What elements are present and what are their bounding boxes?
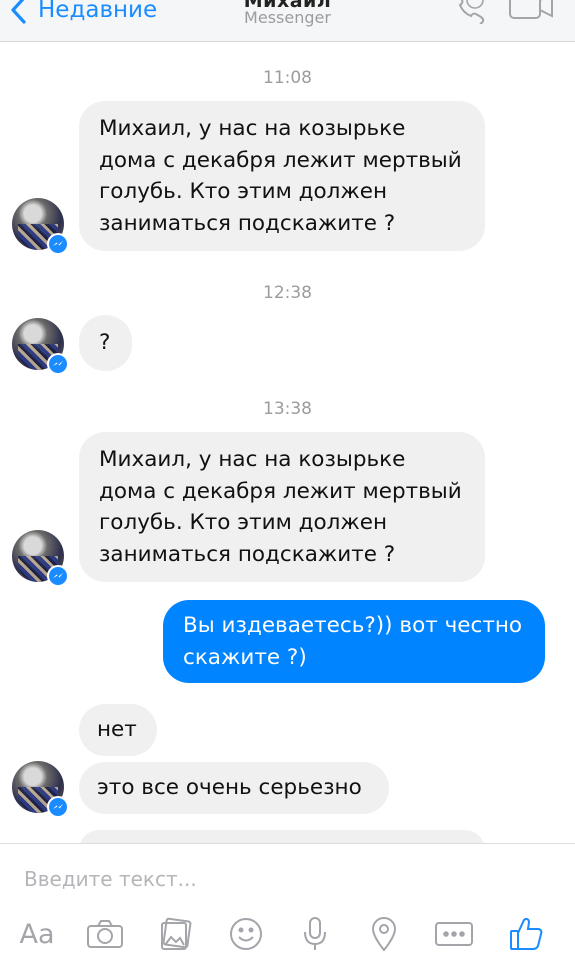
message-line: Вы издеваетесь?)) вот честно — [183, 613, 523, 638]
message-line: нет — [97, 717, 137, 742]
avatar[interactable] — [12, 761, 69, 818]
video-call-icon[interactable] — [508, 0, 554, 20]
text-format-icon[interactable]: Aa — [14, 914, 60, 954]
message-line: заниматься подскажите ? — [99, 541, 396, 567]
message-line: заниматься подскажите ? — [99, 210, 396, 236]
avatar[interactable] — [12, 318, 69, 375]
audio-call-icon[interactable] — [447, 0, 487, 24]
message-composer: Aa — [0, 843, 575, 960]
conversation-subtitle: Messenger — [244, 8, 331, 27]
location-icon[interactable] — [366, 914, 402, 954]
message-bubble-incoming-partial[interactable] — [79, 830, 485, 843]
camera-icon[interactable] — [84, 914, 126, 954]
composer-toolbar: Aa — [0, 914, 575, 958]
message-line: Михаил, у нас на козырьке — [99, 116, 406, 141]
like-icon[interactable] — [505, 914, 547, 954]
message-thread[interactable]: 11:08 Михаил, у нас на козырьке дома с д… — [0, 43, 575, 843]
message-line: голубь. Кто этим должен — [99, 179, 388, 204]
avatar[interactable] — [12, 530, 69, 587]
message-line: это все очень серьезно — [97, 775, 362, 800]
microphone-icon[interactable] — [298, 914, 332, 954]
messenger-badge-icon — [47, 233, 69, 255]
message-line: скажите ?) — [183, 644, 307, 670]
message-bubble-incoming[interactable]: это все очень серьезно — [79, 762, 389, 814]
messenger-badge-icon — [47, 796, 69, 818]
message-line: дома с декабря лежит мертвый — [99, 147, 462, 173]
gallery-icon[interactable] — [156, 914, 196, 954]
message-line: голубь. Кто этим должен — [99, 510, 388, 535]
messenger-badge-icon — [47, 565, 69, 587]
timestamp: 11:08 — [263, 68, 312, 88]
message-line: ? — [99, 330, 111, 355]
message-line: дома с декабря лежит мертвый — [99, 478, 462, 504]
chat-header: Недавние Михаил Messenger — [0, 0, 575, 42]
text-format-label: Aa — [19, 918, 55, 950]
avatar[interactable] — [12, 198, 69, 255]
more-icon[interactable] — [432, 914, 476, 954]
messenger-badge-icon — [47, 353, 69, 375]
message-line: Михаил, у нас на козырьке — [99, 447, 406, 472]
message-bubble-outgoing[interactable]: Вы издеваетесь?)) вот честно скажите ?) — [163, 600, 545, 683]
message-bubble-incoming[interactable]: Михаил, у нас на козырьке дома с декабря… — [79, 432, 485, 582]
message-input[interactable] — [24, 864, 544, 894]
message-bubble-incoming[interactable]: ? — [79, 315, 132, 371]
message-bubble-incoming[interactable]: Михаил, у нас на козырьке дома с декабря… — [79, 101, 485, 251]
timestamp: 12:38 — [263, 283, 312, 303]
message-bubble-incoming[interactable]: нет — [79, 704, 157, 756]
emoji-icon[interactable] — [226, 914, 266, 954]
timestamp: 13:38 — [263, 399, 312, 419]
